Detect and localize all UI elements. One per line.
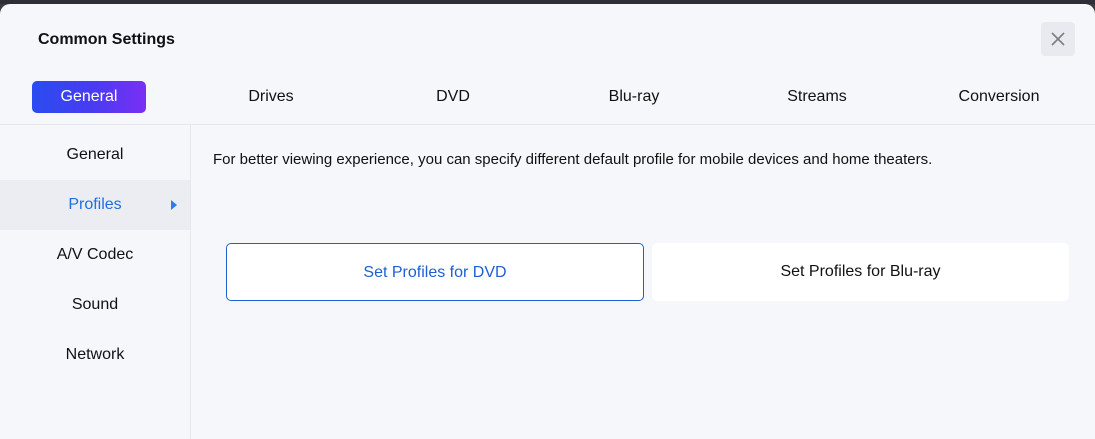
settings-sidebar: General Profiles A/V Codec Sound Network xyxy=(0,125,191,439)
dialog-title: Common Settings xyxy=(38,31,175,48)
sidebar-item-av-codec[interactable]: A/V Codec xyxy=(0,230,190,280)
close-icon xyxy=(1051,32,1065,46)
tab-streams[interactable]: Streams xyxy=(762,81,872,113)
settings-dialog: Common Settings General Drives DVD Blu-r… xyxy=(0,4,1095,439)
sidebar-item-label: A/V Codec xyxy=(56,246,134,263)
sidebar-item-label: Sound xyxy=(71,296,119,313)
set-profiles-dvd-button[interactable]: Set Profiles for DVD xyxy=(226,243,644,301)
sidebar-item-profiles[interactable]: Profiles xyxy=(0,180,190,230)
sidebar-item-label: General xyxy=(66,146,124,163)
tab-dvd[interactable]: DVD xyxy=(398,81,508,113)
close-button[interactable] xyxy=(1041,22,1075,56)
caret-right-icon xyxy=(171,200,177,210)
sidebar-item-general[interactable]: General xyxy=(0,130,190,180)
tab-drives[interactable]: Drives xyxy=(216,81,326,113)
profiles-description: For better viewing experience, you can s… xyxy=(213,151,933,168)
set-profiles-blu-ray-button[interactable]: Set Profiles for Blu-ray xyxy=(652,243,1069,301)
sidebar-item-sound[interactable]: Sound xyxy=(0,280,190,330)
tab-general[interactable]: General xyxy=(32,81,146,113)
tab-blu-ray[interactable]: Blu-ray xyxy=(579,81,689,113)
tab-conversion[interactable]: Conversion xyxy=(939,81,1059,113)
sidebar-item-network[interactable]: Network xyxy=(0,330,190,380)
sidebar-item-label: Network xyxy=(65,346,125,363)
tab-bar: General Drives DVD Blu-ray Streams Conve… xyxy=(0,81,1095,121)
sidebar-item-label: Profiles xyxy=(68,196,122,213)
